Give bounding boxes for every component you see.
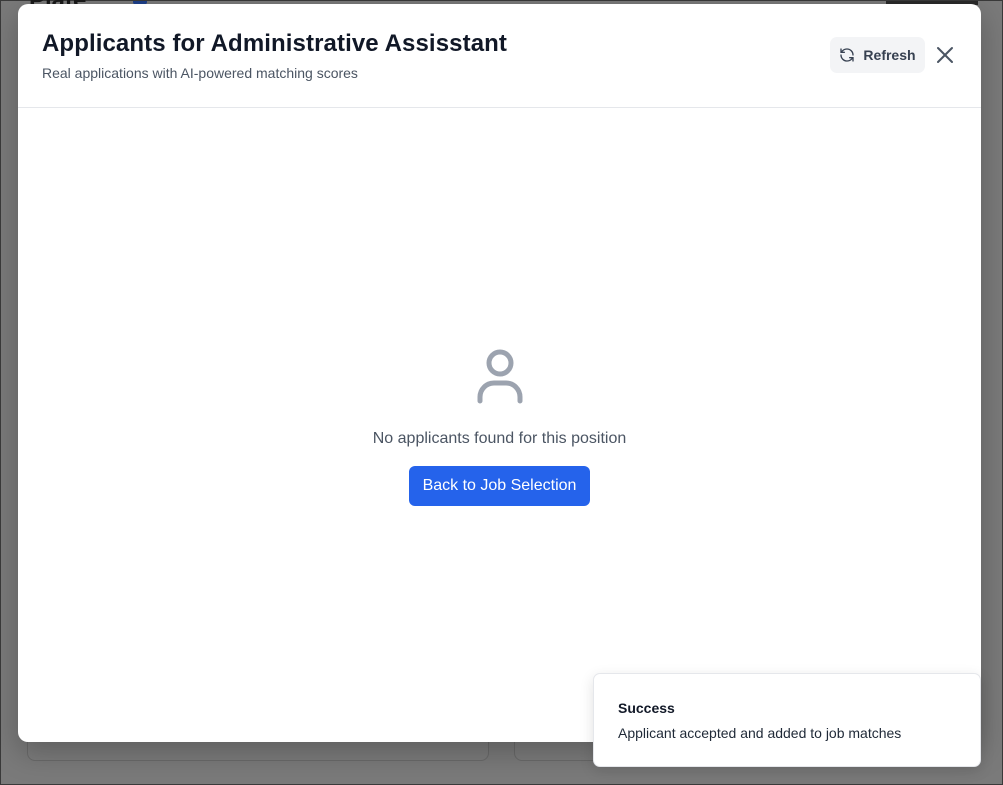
toast-title: Success <box>618 700 675 716</box>
applicants-modal: Applicants for Administrative Assisstant… <box>18 4 981 742</box>
empty-state: No applicants found for this position Ba… <box>18 349 981 506</box>
close-icon <box>933 43 957 67</box>
close-button[interactable] <box>933 43 957 67</box>
refresh-icon <box>839 47 855 63</box>
modal-subtitle: Real applications with AI-powered matchi… <box>42 65 358 81</box>
back-to-job-selection-button[interactable]: Back to Job Selection <box>409 466 590 506</box>
empty-state-message: No applicants found for this position <box>372 430 627 447</box>
user-icon <box>476 349 524 405</box>
refresh-label: Refresh <box>863 47 916 63</box>
modal-title: Applicants for Administrative Assisstant <box>42 30 507 57</box>
toast-message: Applicant accepted and added to job matc… <box>618 725 902 741</box>
refresh-button[interactable]: Refresh <box>830 37 925 73</box>
modal-header: Applicants for Administrative Assisstant… <box>18 4 981 108</box>
success-toast: Success Applicant accepted and added to … <box>593 673 981 767</box>
